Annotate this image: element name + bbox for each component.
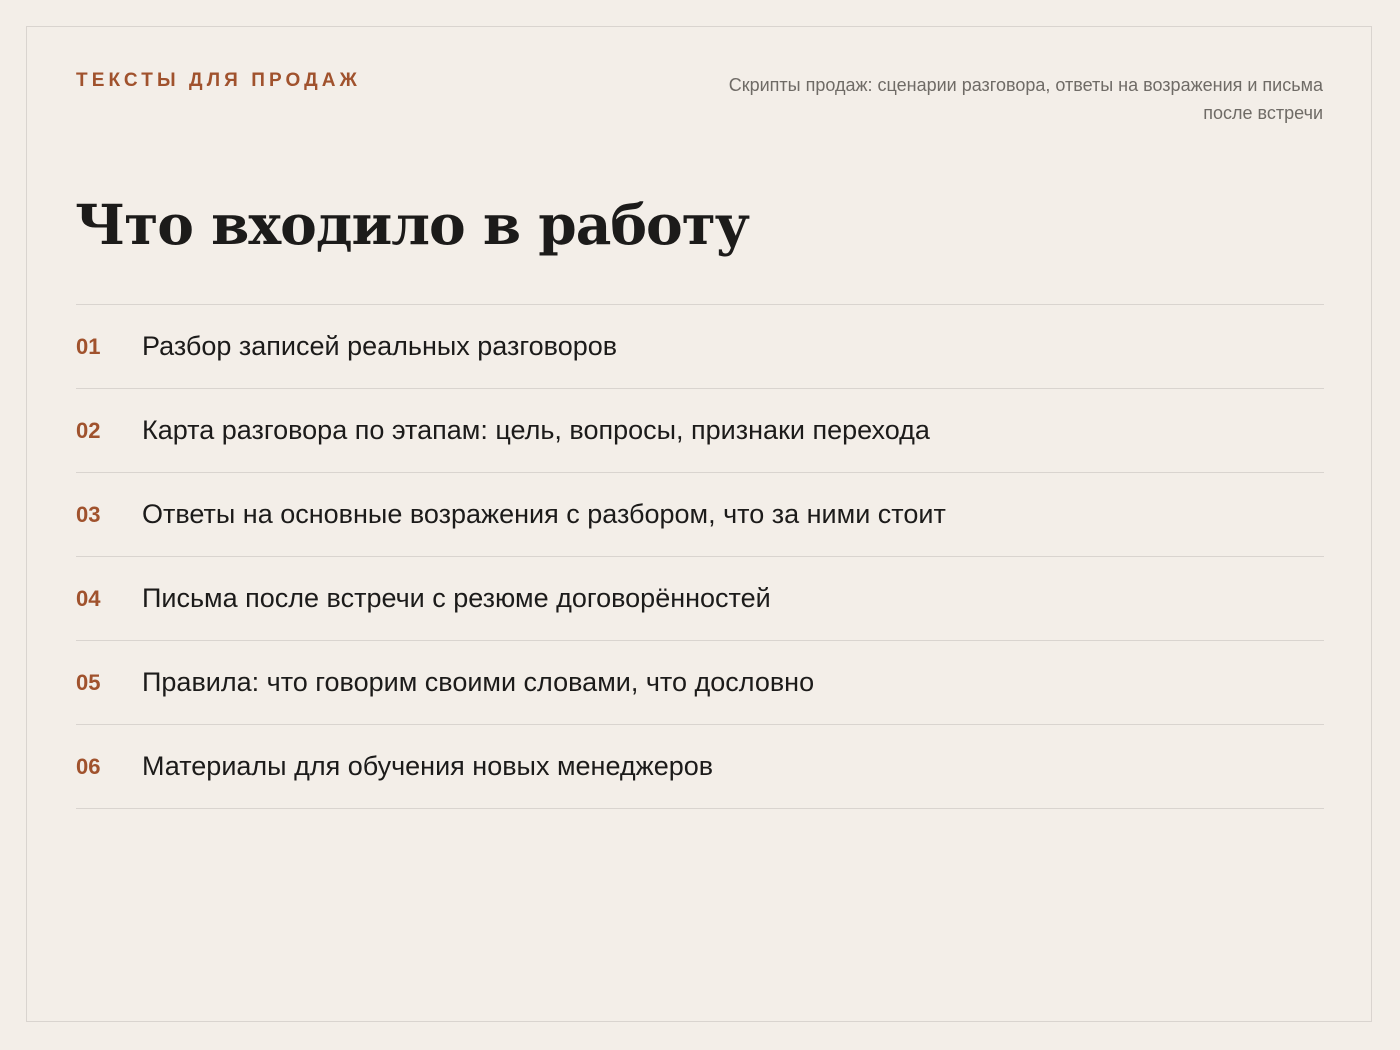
list-item: 06 Материалы для обучения новых менеджер…: [76, 725, 1324, 809]
header-subtitle: Скрипты продаж: сценарии разговора, отве…: [728, 75, 1323, 123]
item-text: Ответы на основные возражения с разбором…: [142, 499, 946, 529]
item-number: 05: [76, 670, 101, 695]
item-number: 06: [76, 754, 101, 779]
list-item: 04 Письма после встречи с резюме договор…: [76, 557, 1324, 641]
item-number: 04: [76, 586, 101, 611]
list-item: 01 Разбор записей реальных разговоров: [76, 305, 1324, 389]
item-text: Письма после встречи с резюме договорённ…: [142, 583, 771, 613]
eyebrow-label: ТЕКСТЫ ДЛЯ ПРОДАЖ: [76, 70, 361, 91]
list-item: 05 Правила: что говорим своими словами, …: [76, 641, 1324, 725]
item-text: Карта разговора по этапам: цель, вопросы…: [142, 415, 930, 445]
item-number: 03: [76, 502, 101, 527]
item-text: Материалы для обучения новых менеджеров: [142, 751, 714, 781]
item-number: 01: [76, 334, 101, 359]
item-number: 02: [76, 418, 101, 443]
list-item: 02 Карта разговора по этапам: цель, вопр…: [76, 389, 1324, 473]
page-title: Что входило в работу: [75, 192, 750, 257]
item-text: Разбор записей реальных разговоров: [142, 331, 618, 361]
work-items-list: 01 Разбор записей реальных разговоров 02…: [76, 304, 1324, 809]
item-text: Правила: что говорим своими словами, что…: [142, 667, 815, 697]
slide: ТЕКСТЫ ДЛЯ ПРОДАЖ Скрипты продаж: сценар…: [26, 26, 1372, 1022]
list-item: 03 Ответы на основные возражения с разбо…: [76, 473, 1324, 557]
